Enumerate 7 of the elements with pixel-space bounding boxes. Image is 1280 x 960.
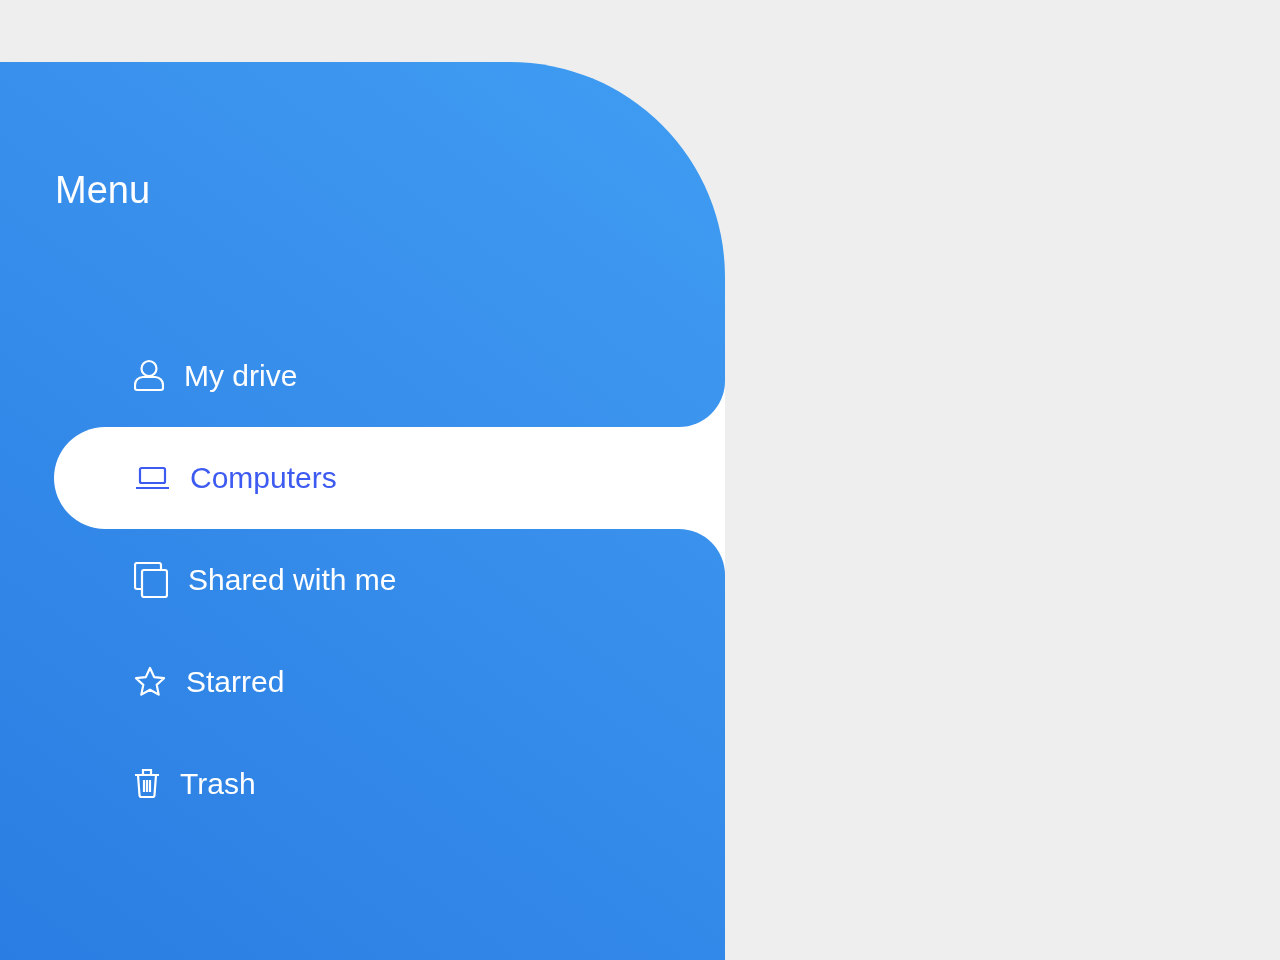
menu-item[interactable]: Computers — [54, 426, 725, 529]
person-icon — [134, 359, 164, 393]
menu-title: Menu — [55, 168, 151, 213]
laptop-icon — [135, 465, 170, 490]
trash-icon — [134, 768, 160, 800]
star-icon — [134, 666, 166, 698]
copy-icon — [134, 561, 168, 598]
